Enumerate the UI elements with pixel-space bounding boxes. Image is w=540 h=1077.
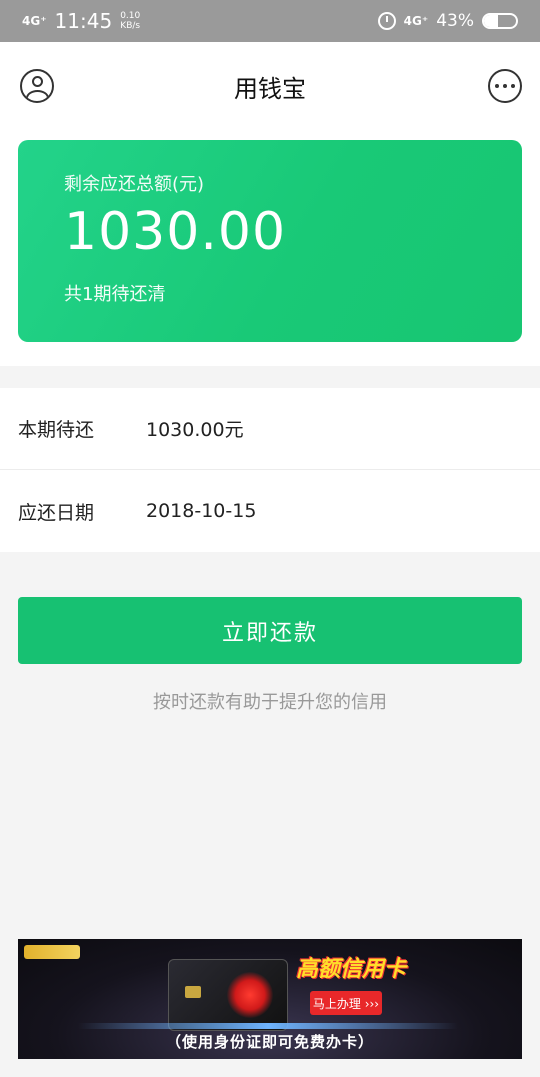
remaining-total-label: 剩余应还总额(元): [64, 174, 205, 195]
credit-card-ad-banner[interactable]: 高额信用卡 马上办理 ››› （使用身份证即可免费办卡）: [18, 939, 522, 1059]
more-icon[interactable]: [488, 69, 522, 103]
network-speed-value: 0.10: [120, 11, 141, 21]
network-indicator-right: 4G⁺: [403, 14, 429, 28]
card-flower-icon: [227, 972, 273, 1018]
ad-title: 高额信用卡: [296, 957, 407, 982]
user-icon-head: [32, 76, 43, 87]
repay-now-button[interactable]: 立即还款: [18, 597, 522, 664]
battery-percent: 43%: [436, 11, 474, 31]
battery-fill: [484, 15, 498, 27]
page-title: 用钱宝: [234, 74, 306, 103]
user-icon[interactable]: [20, 69, 54, 103]
status-bar-right: 4G⁺ 43%: [377, 11, 518, 31]
network-speed: 0.10 KB/s: [120, 11, 140, 31]
nav-bar: 用钱宝: [0, 42, 540, 130]
credit-card-image: [168, 959, 288, 1031]
card-chip-icon: [185, 986, 201, 998]
remaining-total-amount: 1030.00: [64, 202, 287, 262]
info-label: 本期待还: [18, 419, 95, 441]
more-dot: [511, 84, 515, 88]
ad-footer-text: （使用身份证即可免费办卡）: [165, 1033, 374, 1051]
network-indicator: 4G⁺: [22, 14, 47, 28]
ad-apply-button[interactable]: 马上办理 ›››: [310, 991, 382, 1015]
more-dot: [495, 84, 499, 88]
credit-hint: 按时还款有助于提升您的信用: [153, 692, 387, 713]
network-speed-unit: KB/s: [120, 21, 141, 31]
info-row-current-due: 本期待还 1030.00元: [0, 388, 540, 470]
remaining-periods: 共1期待还清: [64, 284, 166, 305]
info-row-due-date: 应还日期 2018-10-15: [0, 470, 540, 552]
status-bar: 4G⁺ 11:45 0.10 KB/s 4G⁺ 43%: [0, 0, 540, 42]
summary-card: 剩余应还总额(元) 1030.00 共1期待还清: [18, 140, 522, 342]
battery-icon: [482, 13, 518, 29]
summary-section: 剩余应还总额(元) 1030.00 共1期待还清: [0, 130, 540, 366]
repayment-info-list: 本期待还 1030.00元 应还日期 2018-10-15: [0, 388, 540, 552]
more-dot: [503, 84, 507, 88]
alarm-icon: [377, 12, 396, 30]
status-bar-left: 4G⁺ 11:45 0.10 KB/s: [22, 9, 140, 33]
info-label: 应还日期: [18, 501, 95, 524]
info-value: 1030.00元: [146, 419, 244, 441]
bank-logo-icon: [24, 945, 80, 959]
clock: 11:45: [54, 9, 113, 33]
ad-glow-decoration: [78, 1023, 458, 1029]
user-icon-body: [26, 90, 49, 101]
info-value: 2018-10-15: [146, 500, 257, 522]
